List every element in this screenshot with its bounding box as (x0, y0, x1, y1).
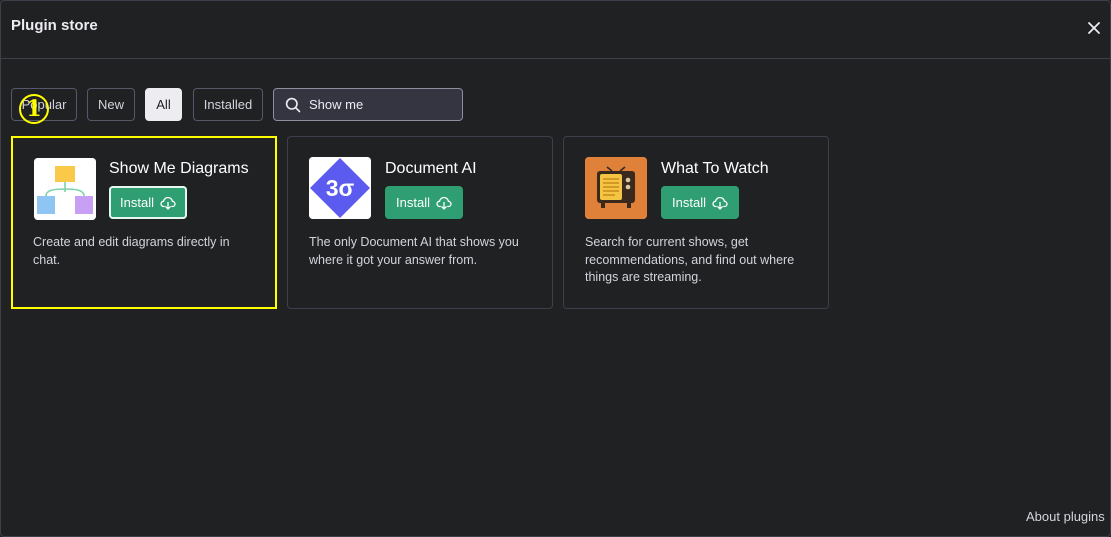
close-icon (1088, 22, 1100, 34)
install-label: Install (672, 195, 706, 210)
document-ai-icon-text: 3σ (326, 175, 355, 201)
install-button[interactable]: Install (385, 186, 463, 219)
plugin-name: Document AI (385, 160, 477, 177)
search-box[interactable] (273, 88, 463, 121)
filter-all-button[interactable]: All (145, 88, 182, 121)
install-label: Install (120, 195, 154, 210)
close-button[interactable] (1083, 17, 1105, 39)
plugin-name: What To Watch (661, 160, 769, 177)
cloud-download-icon (436, 196, 452, 210)
plugin-card-show-me-diagrams[interactable]: Show Me Diagrams Install Create and edit… (11, 136, 277, 309)
plugin-description: Search for current shows, get recommenda… (585, 235, 795, 284)
cloud-download-icon (712, 196, 728, 210)
search-icon (285, 97, 301, 112)
plugin-card-document-ai[interactable]: 3σ Document AI Install The only Document… (287, 136, 553, 309)
filter-new-button[interactable]: New (87, 88, 135, 121)
filter-installed-button[interactable]: Installed (193, 88, 263, 121)
plugin-card-what-to-watch[interactable]: What To Watch Install Search for current… (563, 136, 829, 309)
cloud-download-icon (160, 196, 176, 210)
plugin-description: The only Document AI that shows you wher… (309, 235, 519, 267)
about-plugins-link[interactable]: About plugins (1026, 509, 1105, 524)
step-marker: 1 (19, 94, 49, 124)
search-input[interactable] (309, 97, 449, 112)
document-ai-icon: 3σ (309, 157, 371, 219)
modal-title: Plugin store (11, 17, 98, 34)
install-button[interactable]: Install (661, 186, 739, 219)
modal-header: Plugin store (1, 1, 1111, 59)
plugin-store-modal: Plugin store Popular New All Installed 1 (0, 0, 1111, 537)
install-button[interactable]: Install (109, 186, 187, 219)
plugin-name: Show Me Diagrams (109, 160, 249, 177)
plugin-description: Create and edit diagrams directly in cha… (33, 235, 230, 267)
install-label: Install (396, 195, 430, 210)
tv-icon (585, 157, 647, 219)
diagram-icon (34, 158, 96, 220)
